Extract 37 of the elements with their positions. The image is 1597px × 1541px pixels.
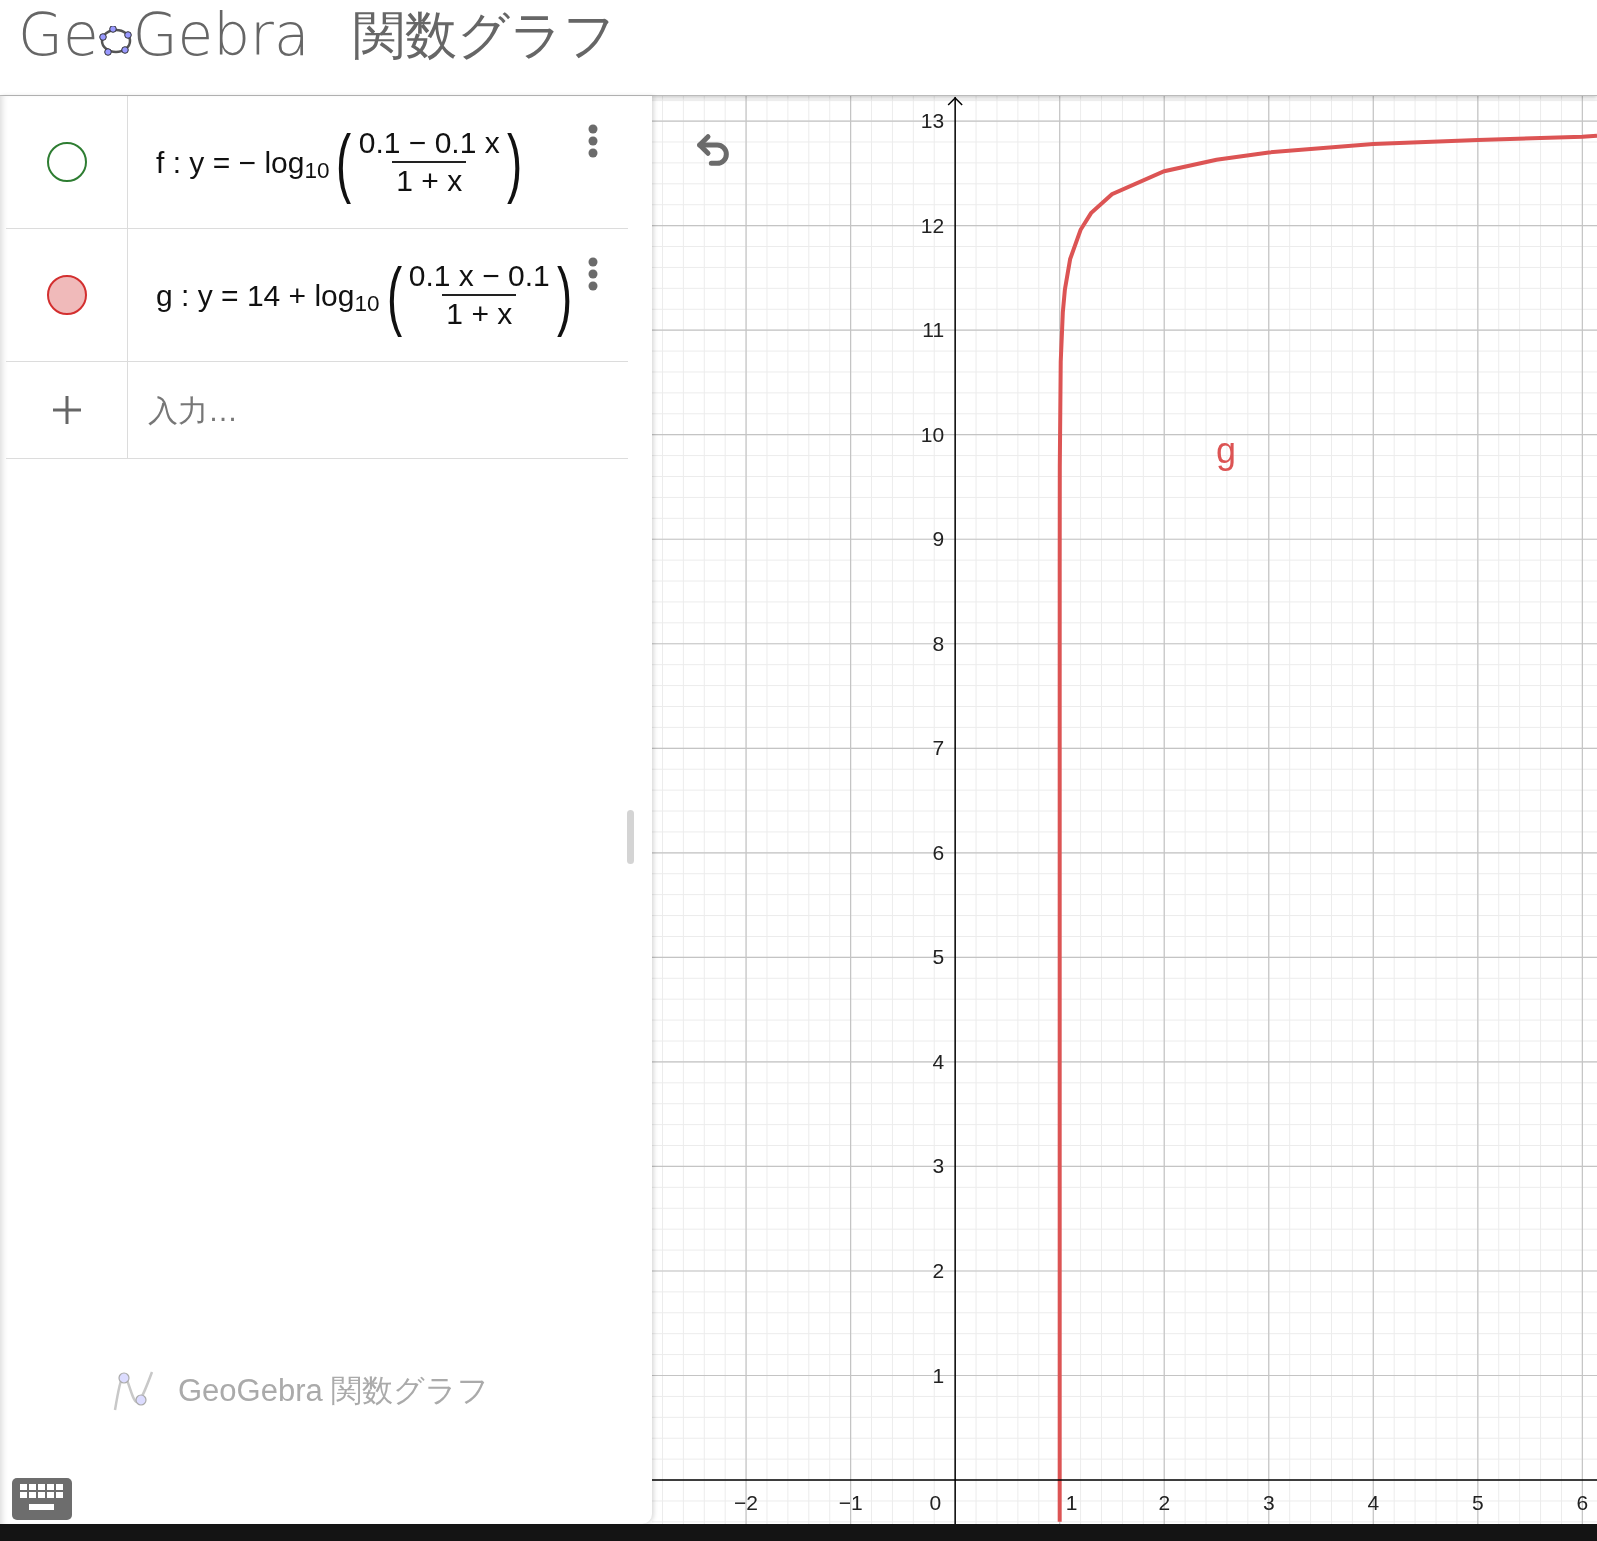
app-title: 関数グラフ <box>353 9 617 61</box>
more-options-icon[interactable] <box>588 257 598 291</box>
y-tick-label: 10 <box>920 422 945 446</box>
origin-label: 0 <box>929 1491 942 1515</box>
keyboard-button[interactable] <box>12 1478 72 1520</box>
x-tick-label: 1 <box>1065 1491 1078 1515</box>
visibility-toggle[interactable] <box>46 142 87 182</box>
x-tick-label: −1 <box>838 1491 863 1515</box>
y-tick-label: 9 <box>932 527 945 551</box>
x-tick-label: −2 <box>734 1491 759 1515</box>
input-field[interactable]: 入力… <box>148 387 628 433</box>
visibility-toggle[interactable] <box>46 275 87 315</box>
x-tick-label: 4 <box>1367 1491 1380 1515</box>
app-footer-title: GeoGebra 関数グラフ <box>178 1371 490 1410</box>
graph-logo-icon <box>112 1369 156 1412</box>
y-tick-label: 11 <box>922 318 945 342</box>
pentagon-logo-icon <box>98 26 133 56</box>
plus-icon[interactable] <box>51 395 82 425</box>
x-tick-label: 3 <box>1262 1491 1275 1515</box>
y-tick-label: 13 <box>920 109 945 133</box>
y-tick-label: 5 <box>932 945 945 969</box>
y-tick-label: 4 <box>932 1049 945 1073</box>
resize-handle[interactable] <box>627 810 634 864</box>
x-tick-label: 6 <box>1576 1491 1589 1515</box>
x-tick-label: 5 <box>1472 1491 1484 1515</box>
logo-text: Ge <box>18 6 99 64</box>
logo-text: Gebra <box>132 6 310 64</box>
y-tick-label: 7 <box>932 736 945 760</box>
y-tick-label: 12 <box>920 213 945 237</box>
y-tick-label: 1 <box>932 1363 945 1387</box>
y-tick-label: 2 <box>932 1259 945 1282</box>
y-tick-label: 8 <box>932 631 945 655</box>
x-tick-label: 2 <box>1158 1491 1171 1515</box>
y-tick-label: 3 <box>932 1154 945 1178</box>
curve-label: g <box>1215 429 1236 471</box>
y-tick-label: 6 <box>932 840 945 864</box>
more-options-icon[interactable] <box>588 124 598 158</box>
